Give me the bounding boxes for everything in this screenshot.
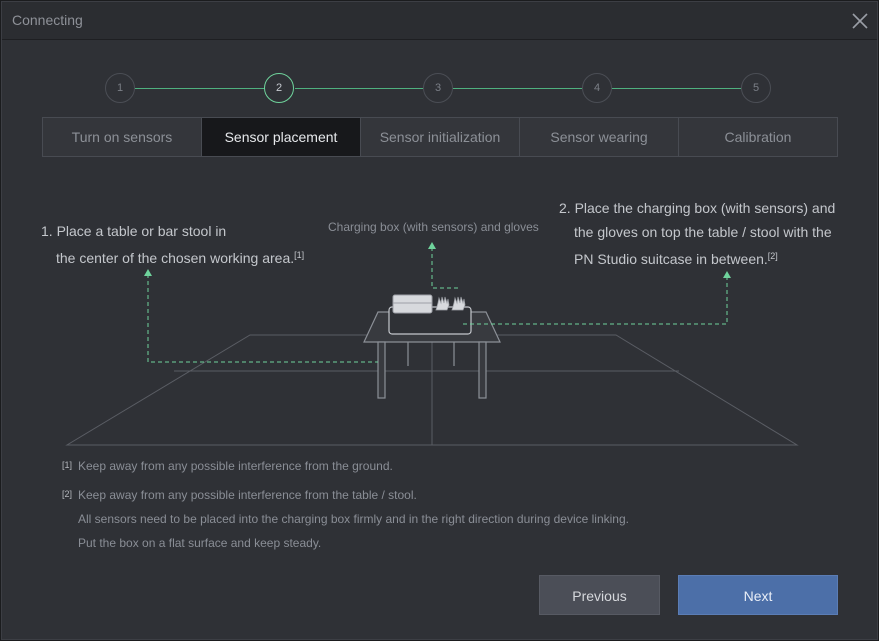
charging-box-icon <box>392 294 433 314</box>
footnote-2-text: Keep away from any possible interference… <box>78 488 417 502</box>
illustration-caption: Charging box (with sensors) and gloves <box>328 220 539 234</box>
instruction-step2-line3: PN Studio suitcase in between. <box>574 251 768 267</box>
footnote-1-mark: [1] <box>62 460 73 470</box>
instruction-step2-line2: the gloves on top the table / stool with… <box>574 224 832 240</box>
connecting-dialog: Connecting 1 2 3 4 5 Turn on sensors Sen… <box>1 1 878 640</box>
instruction-step1-line1: 1. Place a table or bar stool in <box>41 223 227 239</box>
footnote-ref-1: [1] <box>294 250 305 260</box>
footnote-ref-2: [2] <box>767 251 778 261</box>
footnote-2-mark: [2] <box>62 489 73 499</box>
footnote-2-line3-text: Put the box on a flat surface and keep s… <box>78 536 322 550</box>
instruction-step1: 1. Place a table or bar stool in the cen… <box>41 219 304 270</box>
floor-grid <box>65 334 799 446</box>
footnote-2-line2-text: All sensors need to be placed into the c… <box>78 512 629 526</box>
previous-button[interactable]: Previous <box>539 575 660 615</box>
instruction-step2-line3-wrap: PN Studio suitcase in between.[2] <box>559 244 835 271</box>
instruction-step1-line2-wrap: the center of the chosen working area.[1… <box>41 243 304 270</box>
next-button[interactable]: Next <box>678 575 838 615</box>
footnote-1-text: Keep away from any possible interference… <box>78 459 393 473</box>
instruction-step2: 2. Place the charging box (with sensors)… <box>559 196 835 271</box>
instruction-step1-line2: the center of the chosen working area. <box>56 250 295 266</box>
instruction-step2-line1: 2. Place the charging box (with sensors)… <box>559 200 836 216</box>
